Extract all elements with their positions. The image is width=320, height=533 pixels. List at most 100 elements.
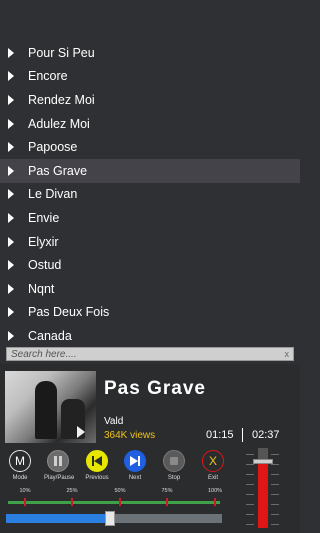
- mode-icon: M: [9, 450, 31, 472]
- volume-scale-tick: [246, 484, 254, 485]
- equalizer-labels: 10% 25% 50% 75% 100%: [0, 488, 230, 496]
- playlist-item[interactable]: Canada: [0, 324, 300, 348]
- playlist-item-title: Pour Si Peu: [28, 45, 95, 60]
- playlist-item-title: Le Divan: [28, 187, 78, 202]
- duration: 02:37: [252, 429, 280, 441]
- equalizer-tick[interactable]: [166, 498, 168, 506]
- playlist-item[interactable]: Envie: [0, 206, 300, 230]
- equalizer-slider[interactable]: [8, 498, 220, 506]
- playlist-item-title: Encore: [28, 69, 68, 84]
- play-arrow-icon: [8, 118, 14, 129]
- seek-progress: [6, 514, 110, 523]
- play-arrow-icon: [8, 260, 14, 271]
- volume-scale-tick: [246, 494, 254, 495]
- previous-button[interactable]: Previous: [83, 450, 111, 481]
- control-label: Next: [128, 475, 142, 481]
- equalizer-label: 10%: [19, 488, 31, 494]
- play-arrow-icon: [8, 189, 14, 200]
- playlist-item[interactable]: Encore: [0, 65, 300, 89]
- equalizer-label: 50%: [114, 488, 126, 494]
- equalizer-label: 75%: [161, 488, 173, 494]
- playlist-item-title: Rendez Moi: [28, 92, 95, 107]
- now-playing-title: Pas Grave: [104, 378, 206, 399]
- search-input[interactable]: [11, 348, 285, 360]
- play-arrow-icon: [8, 165, 14, 176]
- playlist-item[interactable]: Rendez Moi: [0, 88, 300, 112]
- playlist-item-title: Envie: [28, 210, 60, 225]
- volume-scale-tick: [246, 504, 254, 505]
- volume-scale-tick: [271, 454, 279, 455]
- playlist-item-title: Pas Grave: [28, 163, 88, 178]
- next-button[interactable]: Next: [121, 450, 149, 481]
- pause-icon: [47, 450, 69, 472]
- time-divider: [242, 428, 243, 442]
- play-arrow-icon: [8, 283, 14, 294]
- volume-scale-tick: [246, 514, 254, 515]
- thumbnail-play-icon: [77, 426, 85, 438]
- playlist-item-title: Adulez Moi: [28, 116, 90, 131]
- playlist-item[interactable]: Elyxir: [0, 230, 300, 254]
- volume-scale-tick: [271, 504, 279, 505]
- seek-handle[interactable]: [104, 511, 115, 526]
- play-arrow-icon: [8, 212, 14, 223]
- playlist-item[interactable]: Le Divan: [0, 183, 300, 207]
- volume-handle[interactable]: [253, 459, 273, 465]
- exit-icon-glyph: X: [208, 454, 217, 468]
- stop-button[interactable]: Stop: [160, 450, 188, 481]
- playlist-item[interactable]: Pas Grave: [0, 158, 300, 183]
- volume-scale-tick: [271, 484, 279, 485]
- control-label: Previous: [85, 475, 109, 481]
- playback-controls: M Mode Play/Pause Previous Next Stop X Exit: [0, 450, 230, 484]
- playlist-item[interactable]: Nqnt: [0, 277, 300, 301]
- exit-icon: X: [202, 450, 224, 472]
- control-label: Exit: [207, 475, 218, 481]
- player-panel: Pas Grave Vald 364K views 01:15 02:37 MM…: [0, 364, 300, 533]
- equalizer-tick[interactable]: [119, 498, 121, 506]
- seek-bar[interactable]: [6, 511, 222, 526]
- next-icon: [124, 450, 146, 472]
- clear-search-icon[interactable]: x: [285, 349, 290, 359]
- volume-scale-tick: [271, 474, 279, 475]
- equalizer-label: 100%: [207, 488, 223, 494]
- play-arrow-icon: [8, 47, 14, 58]
- volume-scale-tick: [246, 474, 254, 475]
- search-bar[interactable]: x: [6, 347, 294, 361]
- volume-scale-right: [271, 454, 279, 525]
- play-arrow-icon: [8, 236, 14, 247]
- previous-icon: [86, 450, 108, 472]
- playlist-item-title: Pas Deux Fois: [28, 305, 110, 320]
- play-arrow-icon: [8, 307, 14, 318]
- equalizer-tick[interactable]: [214, 498, 216, 506]
- volume-scale-tick: [271, 494, 279, 495]
- mode-button[interactable]: M Mode: [6, 450, 34, 481]
- play-pause-button[interactable]: Play/Pause: [44, 450, 74, 481]
- volume-scale-tick: [271, 524, 279, 525]
- playlist-item-title: Ostud: [28, 258, 62, 273]
- volume-scale-left: [246, 454, 254, 525]
- volume-slider[interactable]: [253, 448, 273, 528]
- volume-scale-tick: [246, 524, 254, 525]
- current-time: 01:15: [206, 429, 234, 441]
- play-arrow-icon: [8, 94, 14, 105]
- playlist-item-title: Canada: [28, 328, 72, 343]
- exit-button[interactable]: X Exit: [199, 450, 227, 481]
- control-label: Mode: [12, 475, 28, 481]
- equalizer-tick[interactable]: [71, 498, 73, 506]
- playlist-item[interactable]: Papoose: [0, 135, 300, 159]
- mode-icon-glyph: M: [15, 454, 25, 468]
- equalizer-tick[interactable]: [24, 498, 26, 506]
- view-count: 364K views: [104, 430, 156, 441]
- playlist-item[interactable]: Ostud: [0, 253, 300, 277]
- control-label: Stop: [167, 475, 181, 481]
- playlist-item[interactable]: Pour Si Peu: [0, 41, 300, 65]
- volume-level: [258, 462, 268, 528]
- playlist-item[interactable]: Adulez Moi: [0, 112, 300, 136]
- volume-scale-tick: [246, 454, 254, 455]
- playlist: Pour Si Peu Encore Rendez Moi Adulez Moi Pap…: [0, 41, 300, 348]
- stop-icon: [163, 450, 185, 472]
- artist-name: Vald: [104, 416, 124, 427]
- thumbnail-figure: [35, 381, 57, 439]
- album-thumbnail[interactable]: [5, 371, 96, 443]
- playlist-item-title: Elyxir: [28, 234, 59, 249]
- playlist-item[interactable]: Pas Deux Fois: [0, 301, 300, 325]
